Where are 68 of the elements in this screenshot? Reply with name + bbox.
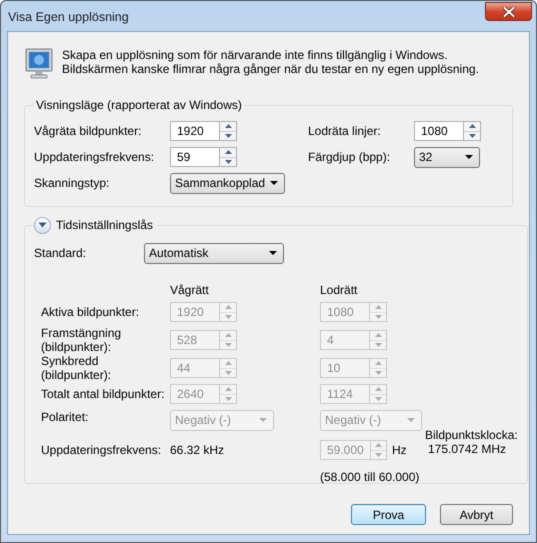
down-arrow-icon bbox=[224, 160, 232, 164]
monitor-icon bbox=[24, 47, 54, 79]
down-arrow-icon bbox=[374, 314, 382, 319]
up-arrow-icon bbox=[374, 443, 382, 448]
caret-icon bbox=[269, 251, 277, 255]
caret-icon bbox=[465, 155, 473, 159]
chevron-down-icon bbox=[38, 222, 47, 228]
down-arrow-icon bbox=[224, 396, 232, 401]
caret-icon bbox=[407, 418, 415, 422]
down-arrow-icon bbox=[224, 370, 232, 375]
dropdown[interactable]: 32 bbox=[414, 146, 480, 168]
close-button[interactable] bbox=[485, 2, 532, 21]
spin-buttons[interactable] bbox=[219, 121, 237, 141]
up-arrow-icon bbox=[224, 150, 232, 154]
field-label: Vågräta bildpunkter: bbox=[34, 123, 142, 140]
dropdown[interactable]: Automatisk bbox=[144, 242, 284, 264]
down-arrow-icon bbox=[374, 342, 382, 347]
field-label: Synkbredd (bildpunkter): bbox=[40, 354, 112, 382]
up-arrow-icon bbox=[468, 124, 476, 128]
up-arrow-icon bbox=[224, 333, 232, 338]
field-label: Uppdateringsfrekvens: bbox=[40, 442, 162, 459]
column-header: Vågrätt bbox=[170, 282, 210, 299]
dropdown[interactable]: Sammankopplad bbox=[170, 172, 285, 194]
group-title: Visningsläge (rapporterat av Windows) bbox=[35, 97, 243, 114]
spin-buttons[interactable] bbox=[219, 147, 237, 167]
field-label: Uppdateringsfrekvens: bbox=[34, 149, 156, 166]
intro-text: Skapa en upplösning som för närvarande inte finns tillgänglig i Windows. Bildskärmen kanske flimrar några gånger när du testar en ny egen upplösning. bbox=[62, 47, 480, 76]
spin-buttons[interactable] bbox=[463, 121, 481, 141]
field-label: Aktiva bildpunkter: bbox=[40, 305, 140, 319]
window-title: Visa Egen upplösning bbox=[8, 9, 129, 26]
down-arrow-icon bbox=[374, 452, 382, 457]
down-arrow-icon bbox=[468, 134, 476, 138]
up-arrow-icon bbox=[224, 124, 232, 128]
field-label: Skanningstyp: bbox=[34, 175, 110, 192]
up-arrow-icon bbox=[374, 387, 382, 392]
field-label: Framstängning (bildpunkter): bbox=[40, 326, 122, 354]
down-arrow-icon bbox=[224, 342, 232, 347]
up-arrow-icon bbox=[224, 305, 232, 310]
field-label: Totalt antal bildpunkter: bbox=[40, 387, 166, 401]
up-arrow-icon bbox=[374, 305, 382, 310]
column-header: Lodrätt bbox=[320, 282, 358, 299]
default-button[interactable]: Prova bbox=[351, 504, 426, 525]
group-title: Tidsinställningslås bbox=[56, 217, 153, 234]
refresh-value: 66.32 kHz bbox=[170, 442, 226, 459]
up-arrow-icon bbox=[374, 361, 382, 366]
number-field[interactable]: 59 bbox=[170, 147, 219, 167]
close-icon bbox=[502, 6, 514, 16]
up-arrow-icon bbox=[224, 387, 232, 392]
field-label: Färgdjup (bpp): bbox=[308, 149, 392, 166]
range-text: (58.000 till 60.000) bbox=[320, 469, 420, 486]
caret-icon bbox=[259, 418, 267, 422]
caret-icon bbox=[270, 181, 278, 185]
field-label: Bildpunktsklocka: bbox=[425, 428, 518, 442]
number-field[interactable]: 1920 bbox=[170, 121, 219, 141]
cancel-button[interactable]: Avbryt bbox=[440, 504, 513, 525]
down-arrow-icon bbox=[224, 134, 232, 138]
up-arrow-icon bbox=[374, 333, 382, 338]
down-arrow-icon bbox=[374, 370, 382, 375]
unit-label: Hz bbox=[392, 442, 407, 459]
field-label: Lodräta linjer: bbox=[308, 123, 382, 140]
field-label: Standard: bbox=[34, 245, 88, 262]
pixel-clock-value: 175.0742 MHz bbox=[427, 442, 508, 456]
down-arrow-icon bbox=[374, 396, 382, 401]
up-arrow-icon bbox=[224, 361, 232, 366]
number-field[interactable]: 1080 bbox=[414, 121, 463, 141]
field-label: Polaritet: bbox=[40, 409, 90, 424]
down-arrow-icon bbox=[224, 314, 232, 319]
expand-toggle[interactable] bbox=[34, 216, 51, 234]
